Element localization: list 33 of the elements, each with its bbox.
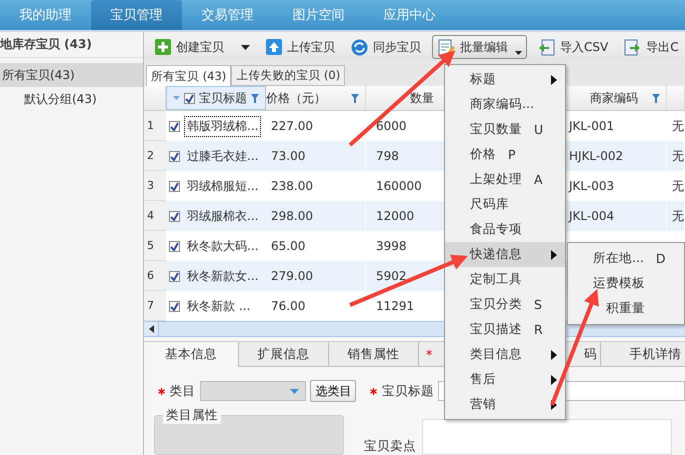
table-cell: 6000 <box>376 119 407 133</box>
row-number: 1 <box>144 111 166 141</box>
row-number: 5 <box>144 231 166 261</box>
table-cell: 无 <box>672 118 684 134</box>
field-label: 宝贝标题 <box>382 382 434 400</box>
panel-legend: 类目属性 <box>163 407 221 424</box>
row-number: 2 <box>144 141 166 171</box>
table-cell: 12000 <box>376 209 414 223</box>
table-cell-text: 秋冬款大码... <box>186 238 260 254</box>
row-number: 3 <box>144 171 166 201</box>
table-cell: JKL-001 <box>569 119 614 133</box>
table-cell: 3998 <box>376 239 407 253</box>
table-cell-text: 羽绒棉服短... <box>186 178 260 194</box>
table-cell-text: 羽绒服棉衣... <box>186 208 260 224</box>
table-cell: 无 <box>672 148 684 164</box>
table-cell-text: 过膝毛衣娃... <box>186 148 260 164</box>
table-cell-text: 秋冬新款女... <box>186 268 260 284</box>
table-cell: JKL-003 <box>569 179 614 193</box>
row-number: 4 <box>144 201 166 231</box>
row-number: 6 <box>144 261 166 291</box>
table-cell: 韩版羽绒棉... <box>184 116 262 136</box>
table-cell: 无 <box>672 178 684 194</box>
table-cell: 无 <box>672 208 684 224</box>
table-cell-text: 秋冬新款 ... <box>186 298 252 314</box>
field-label: 类目 <box>170 382 196 400</box>
row-number: 7 <box>144 291 166 321</box>
table-cell: HJKL-002 <box>569 149 624 163</box>
table-cell: 11291 <box>376 299 414 313</box>
field-label: 宝贝卖点 <box>364 438 416 455</box>
table-cell: 5902 <box>376 269 407 283</box>
table-cell: JKL-004 <box>569 209 614 223</box>
table-cell: 160000 <box>376 179 422 193</box>
table-cell: 798 <box>376 149 399 163</box>
